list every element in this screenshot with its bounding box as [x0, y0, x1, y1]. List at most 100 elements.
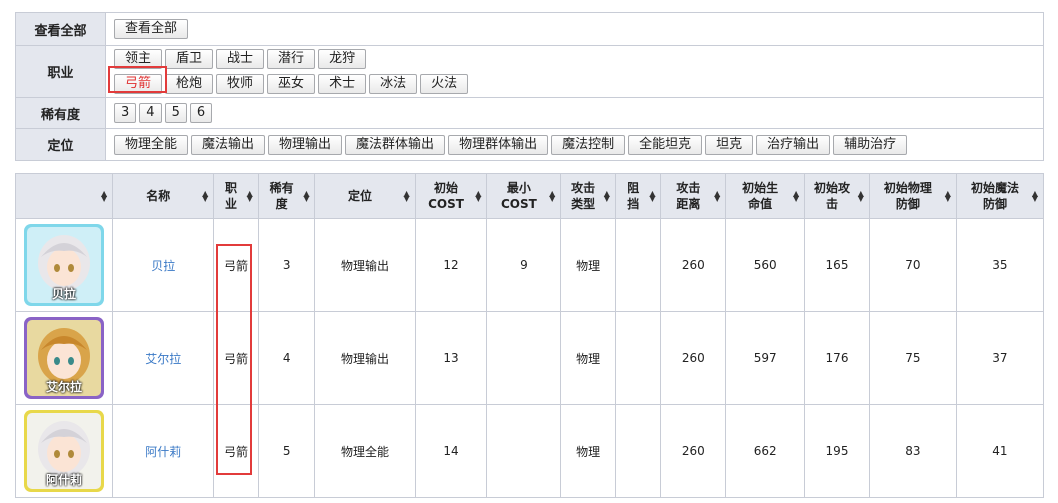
cell-name: 贝拉 — [112, 218, 215, 312]
job-row1-button-1[interactable]: 盾卫 — [165, 49, 214, 69]
character-name-link[interactable]: 艾尔拉 — [145, 352, 181, 366]
rarity-button-2[interactable]: 5 — [164, 103, 187, 123]
cell-pdef: 70 — [868, 218, 957, 312]
job-row1-button-4[interactable]: 龙狩 — [318, 49, 367, 69]
job-row2-button-6[interactable]: 火法 — [420, 74, 469, 94]
position-button-5[interactable]: 魔法控制 — [551, 134, 626, 155]
rarity-button-0[interactable]: 3 — [114, 103, 137, 123]
column-header-7[interactable]: 攻击 类型 ▲ ▼ — [560, 173, 616, 219]
column-header-text: 防御 — [982, 197, 1007, 211]
job-row2-button-3[interactable]: 巫女 — [267, 74, 316, 94]
sort-icon[interactable]: ▲ ▼ — [793, 190, 799, 203]
character-name-link[interactable]: 阿什莉 — [145, 445, 181, 459]
filter-label-position: 定位 — [15, 128, 106, 161]
avatar-name-label: 艾尔拉 — [46, 380, 83, 394]
cell-position: 物理全能 — [314, 404, 416, 498]
column-header-11[interactable]: 初始攻击 ▲ ▼ — [804, 173, 870, 219]
column-header-1[interactable]: 名称 ▲ ▼ — [112, 173, 215, 219]
column-header-text: 初始物理 — [883, 181, 932, 195]
avatar[interactable]: 阿什莉 — [24, 410, 105, 492]
column-header-12[interactable]: 初始物理 防御 ▲ ▼ — [868, 173, 957, 219]
job-row2-button-0[interactable]: 弓箭 — [114, 74, 163, 94]
column-header-0[interactable]: ▲ ▼ — [14, 173, 114, 219]
cell-hp: 597 — [725, 311, 806, 405]
sort-icon[interactable]: ▲ ▼ — [247, 190, 253, 203]
column-header-8[interactable]: 阻挡 ▲ ▼ — [614, 173, 662, 219]
job-row1-button-2[interactable]: 战士 — [216, 49, 265, 69]
sort-icon[interactable]: ▲ ▼ — [604, 190, 610, 203]
cell-range: 260 — [660, 404, 727, 498]
column-header-text: 定位 — [348, 189, 373, 203]
sort-icon[interactable]: ▲ ▼ — [475, 190, 481, 203]
job-row2-button-5[interactable]: 冰法 — [369, 74, 418, 94]
avatar-cell: 艾尔拉 — [14, 311, 114, 405]
column-header-13[interactable]: 初始魔法防御 ▲ ▼ — [955, 173, 1045, 219]
sort-icon[interactable]: ▲ ▼ — [202, 190, 208, 203]
sort-icon[interactable]: ▲ ▼ — [714, 190, 720, 203]
cell-range: 260 — [660, 311, 727, 405]
rarity-button-1[interactable]: 4 — [139, 103, 162, 123]
cell-position: 物理输出 — [314, 311, 416, 405]
position-button-1[interactable]: 魔法输出 — [191, 134, 266, 155]
position-button-3[interactable]: 魔法群体输出 — [345, 134, 446, 155]
column-header-5[interactable]: 初始 COST ▲ ▼ — [414, 173, 488, 219]
rarity-options: 3456 — [114, 102, 1043, 124]
avatar[interactable]: 艾尔拉 — [24, 317, 105, 399]
cell-pdef: 83 — [868, 404, 957, 498]
table-header-row: ▲ ▼ 名称 ▲ ▼ 职业 ▲ ▼ 稀有度 ▲ ▼ 定位 ▲ ▼ 初始 COST ▲ ▼ 最小 COST ▲ ▼ 攻击 类型 ▲… — [14, 173, 1045, 219]
cell-init-cost: 13 — [414, 311, 488, 405]
table-row: 艾尔拉 艾尔拉 弓箭 4 物理输出 13 物理 260 597 176 75 37 — [14, 311, 1045, 405]
position-button-9[interactable]: 辅助治疗 — [833, 134, 908, 155]
column-header-6[interactable]: 最小 COST ▲ ▼ — [486, 173, 562, 219]
job-row1-button-0[interactable]: 领主 — [114, 49, 163, 69]
rarity-button-3[interactable]: 6 — [189, 103, 213, 123]
sort-icon[interactable]: ▲ ▼ — [101, 190, 107, 203]
cell-atk-type: 物理 — [560, 311, 616, 405]
position-button-0[interactable]: 物理全能 — [114, 134, 189, 155]
position-button-4[interactable]: 物理群体输出 — [448, 134, 549, 155]
avatar-cell: 阿什莉 — [14, 404, 114, 498]
column-header-4[interactable]: 定位 ▲ ▼ — [314, 173, 416, 219]
column-header-text: 初始魔法 — [970, 181, 1019, 195]
column-header-3[interactable]: 稀有度 ▲ ▼ — [257, 173, 316, 219]
column-header-text: COST — [428, 197, 464, 211]
cell-job: 弓箭 — [213, 218, 259, 312]
sort-icon[interactable]: ▲ ▼ — [303, 190, 309, 203]
column-header-text: COST — [500, 197, 537, 211]
sort-icon[interactable]: ▲ ▼ — [403, 190, 409, 203]
sort-icon[interactable]: ▲ ▼ — [549, 190, 555, 203]
job-row2-button-2[interactable]: 牧师 — [216, 74, 265, 94]
position-button-7[interactable]: 坦克 — [705, 134, 754, 155]
character-name-link[interactable]: 贝拉 — [151, 259, 175, 273]
cell-position: 物理输出 — [314, 218, 416, 312]
column-header-2[interactable]: 职业 ▲ ▼ — [213, 173, 259, 219]
job-row2-button-4[interactable]: 术士 — [318, 74, 367, 94]
sort-icon[interactable]: ▲ ▼ — [1032, 190, 1038, 203]
avatar-name-label: 阿什莉 — [46, 473, 83, 487]
filter-panel: 查看全部 查看全部 职业 领主 盾卫 战士 潜行 龙狩 弓箭 枪炮 牧师 巫女 术士 冰法 火法 稀… — [15, 12, 1044, 161]
cell-job: 弓箭 — [213, 404, 259, 498]
cell-rarity: 5 — [257, 404, 316, 498]
cell-hp: 662 — [725, 404, 806, 498]
column-header-text: 业 — [225, 197, 238, 211]
column-header-10[interactable]: 初始生 命值 ▲ ▼ — [725, 173, 806, 219]
position-button-2[interactable]: 物理输出 — [268, 134, 343, 155]
sort-icon[interactable]: ▲ ▼ — [858, 190, 864, 203]
cell-mdef: 37 — [955, 311, 1045, 405]
sort-icon[interactable]: ▲ ▼ — [945, 190, 951, 203]
position-button-6[interactable]: 全能坦克 — [628, 134, 703, 155]
avatar[interactable]: 贝拉 — [24, 224, 105, 306]
cell-init-cost: 14 — [414, 404, 488, 498]
cell-atk-type: 物理 — [560, 404, 616, 498]
position-button-8[interactable]: 治疗输出 — [756, 134, 831, 155]
cell-hp: 560 — [725, 218, 806, 312]
job-row1-button-3[interactable]: 潜行 — [267, 49, 316, 69]
view-all-button[interactable]: 查看全部 — [114, 19, 189, 39]
job-row2-button-1[interactable]: 枪炮 — [165, 74, 214, 94]
column-header-text: 初始攻 — [813, 181, 850, 195]
cell-mdef: 41 — [955, 404, 1045, 498]
column-header-9[interactable]: 攻击 距离 ▲ ▼ — [660, 173, 727, 219]
filter-label-all: 查看全部 — [15, 12, 106, 46]
cell-pdef: 75 — [868, 311, 957, 405]
sort-icon[interactable]: ▲ ▼ — [649, 190, 655, 203]
